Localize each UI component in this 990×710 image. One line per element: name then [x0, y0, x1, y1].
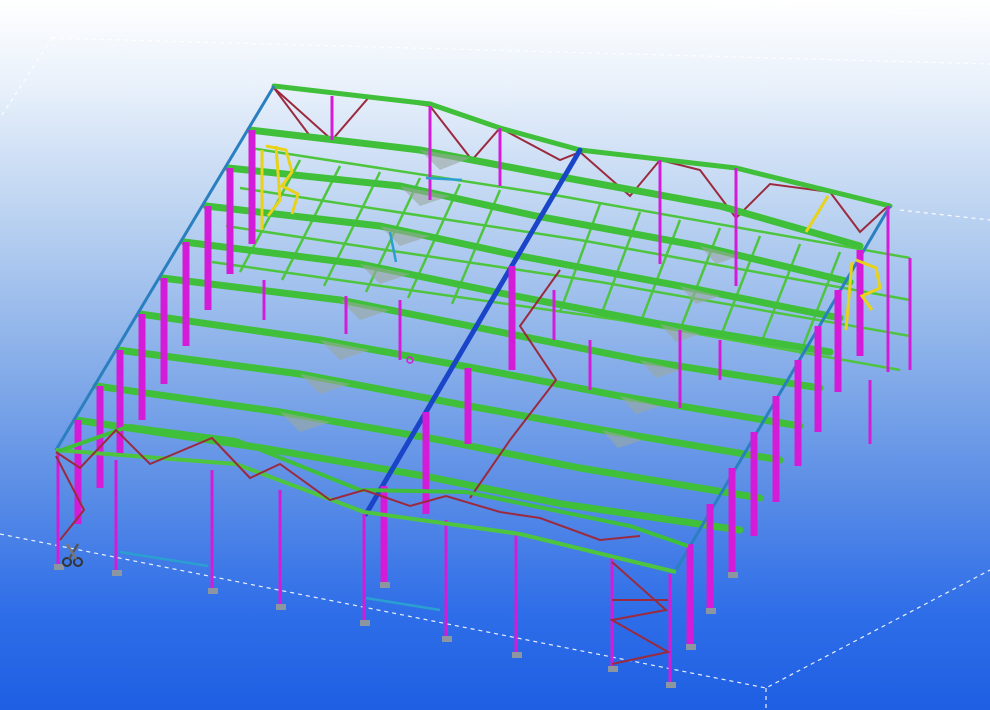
scissors-icon[interactable]	[58, 540, 88, 570]
rafters	[72, 126, 864, 534]
interior-columns	[74, 130, 864, 646]
model-viewport[interactable]	[0, 0, 990, 710]
front-frame-truss	[55, 423, 689, 665]
back-frame-bracing	[273, 87, 889, 234]
structural-model[interactable]	[0, 0, 990, 710]
grid-line-back	[689, 0, 990, 19]
